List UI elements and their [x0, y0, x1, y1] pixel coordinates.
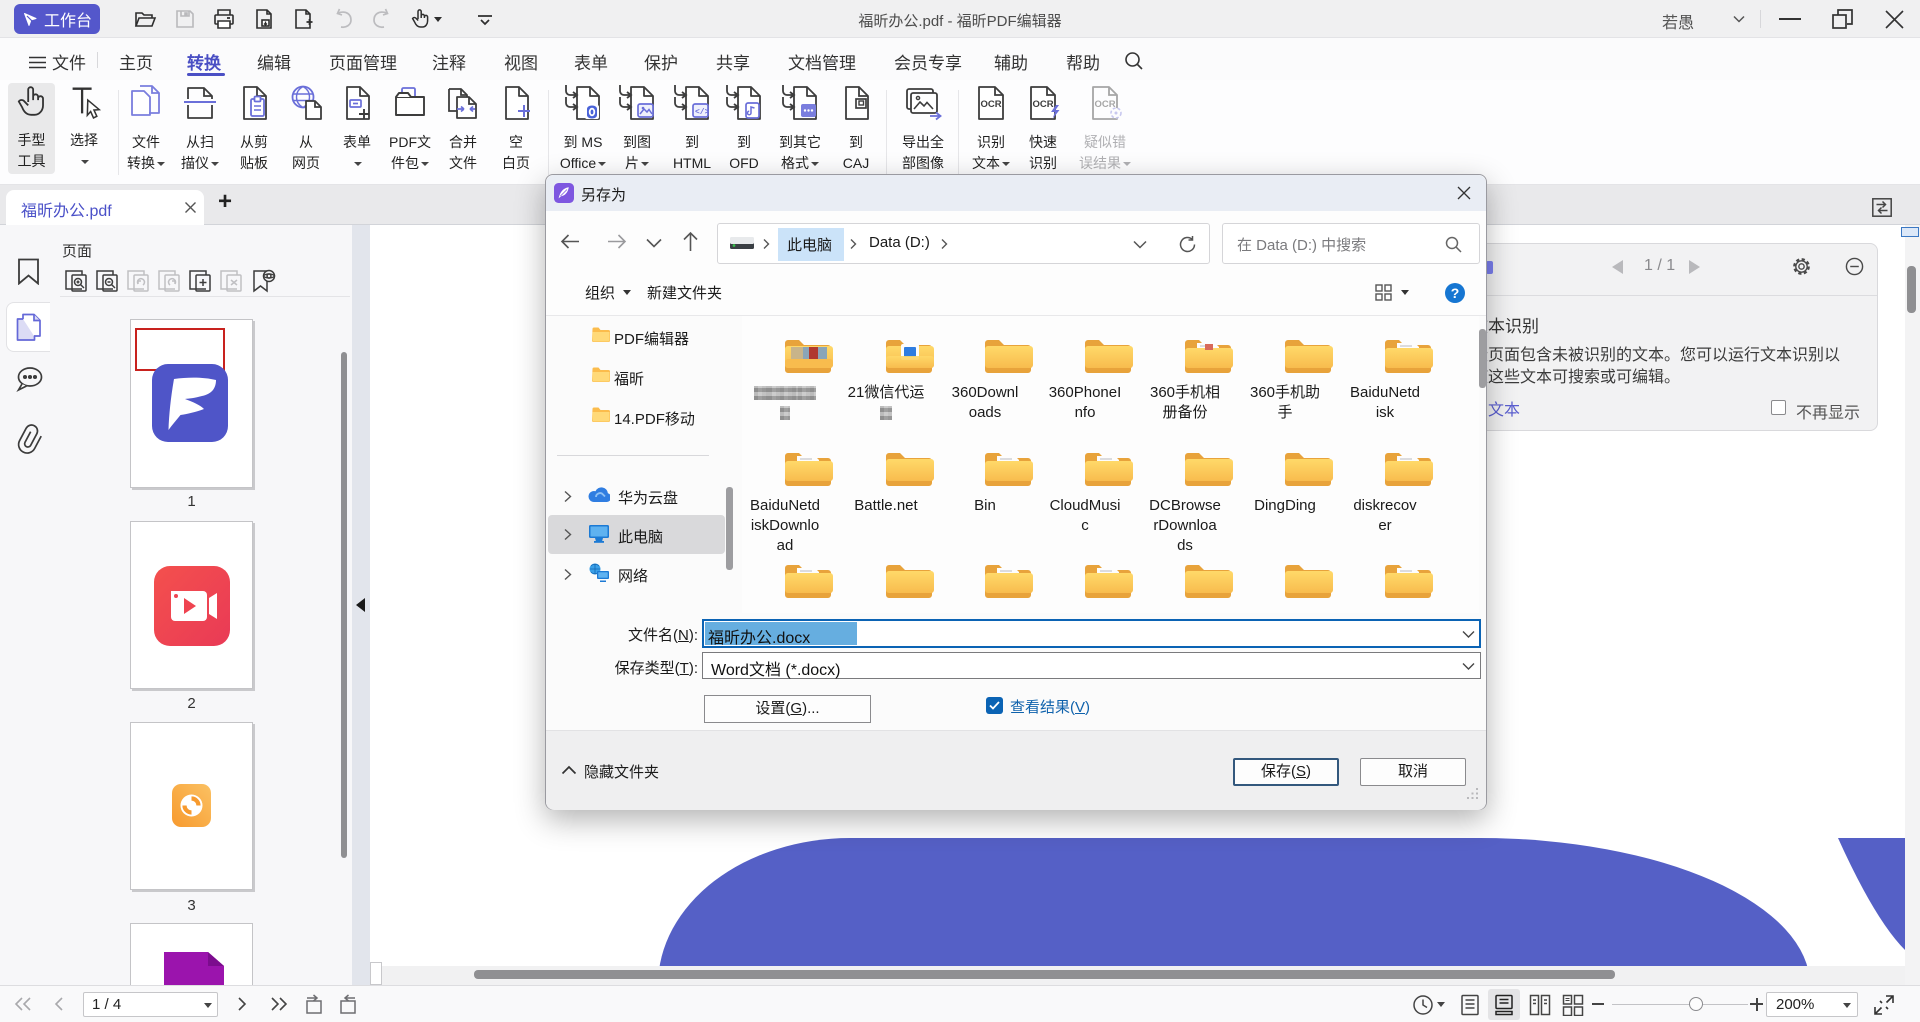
svg-text:</>: </>	[695, 108, 710, 117]
